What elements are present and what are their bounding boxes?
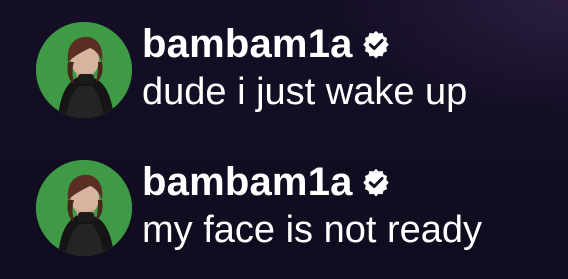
comment-text: dude i just wake up bbox=[142, 71, 468, 113]
comment-item: bambam1a my face is not ready bbox=[36, 160, 482, 256]
username[interactable]: bambam1a bbox=[142, 22, 353, 66]
avatar[interactable] bbox=[36, 160, 132, 256]
comment-item: bambam1a dude i just wake up bbox=[36, 22, 467, 118]
verified-badge-icon bbox=[362, 168, 389, 197]
comment-text: my face is not ready bbox=[142, 209, 483, 251]
avatar[interactable] bbox=[36, 22, 132, 118]
avatar-photo bbox=[36, 22, 132, 118]
verified-badge-icon bbox=[362, 30, 389, 59]
avatar-photo bbox=[36, 160, 132, 256]
username[interactable]: bambam1a bbox=[142, 160, 353, 204]
